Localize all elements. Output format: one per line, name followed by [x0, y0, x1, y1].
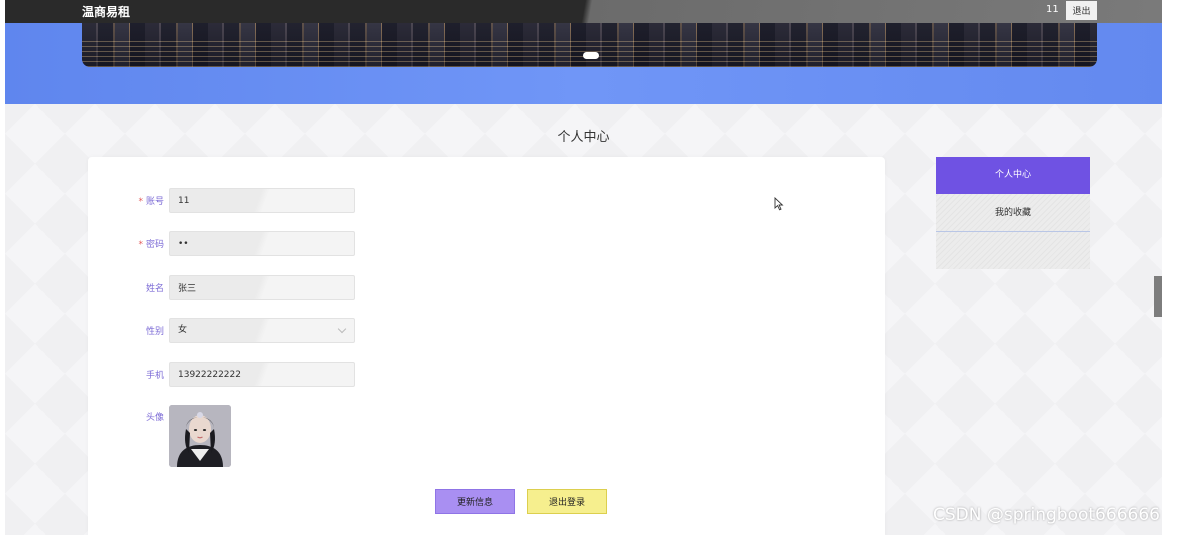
form-row-avatar: 头像 [88, 405, 488, 469]
name-label: 姓名 [145, 284, 164, 294]
scrollbar-thumb[interactable] [1154, 276, 1162, 317]
form-row-password: * 密码 [88, 231, 488, 257]
watermark: CSDN @springboot666666 [933, 505, 1160, 525]
phone-label: 手机 [145, 371, 164, 381]
phone-input[interactable] [169, 362, 355, 387]
password-label: * 密码 [88, 237, 164, 250]
form-row-account: * 账号 [88, 188, 488, 214]
logout-button[interactable]: 退出登录 [527, 489, 607, 514]
sidebar-item-profile[interactable]: 个人中心 [936, 157, 1090, 194]
form-row-phone: 手机 [88, 362, 488, 388]
account-input[interactable] [169, 188, 355, 213]
avatar-image[interactable] [169, 405, 231, 467]
app-title: 温商易租 [82, 5, 131, 19]
header-logout-button[interactable]: 退出 [1066, 1, 1097, 20]
chevron-down-icon [337, 324, 347, 334]
gender-select[interactable]: 女 [169, 318, 355, 343]
update-info-button[interactable]: 更新信息 [435, 489, 515, 514]
password-input[interactable] [169, 231, 355, 256]
top-navbar: 温商易租 11 退出 [5, 0, 1162, 23]
carousel-indicator[interactable] [583, 52, 599, 59]
mouse-cursor-icon [774, 197, 784, 211]
required-mark: * [138, 197, 143, 207]
app-frame: 温商易租 11 退出 个人中心 *账号 *密码 姓名 性别 女 手机 [5, 0, 1162, 535]
avatar-label: 头像 [145, 413, 164, 423]
profile-form-card: *账号 *密码 姓名 性别 女 手机 头像 [88, 157, 885, 535]
account-label-text: 账号 [145, 197, 164, 207]
gender-label: 性别 [145, 327, 164, 337]
page-title: 个人中心 [557, 130, 610, 145]
form-row-gender: 性别 女 [88, 318, 488, 344]
sidebar-menu: 个人中心 我的收藏 [936, 157, 1090, 269]
account-label: * 账号 [88, 194, 164, 207]
required-mark: * [138, 240, 143, 250]
header-username: 11 [1046, 4, 1059, 15]
password-label-text: 密码 [145, 240, 164, 250]
sidebar-item-favorites[interactable]: 我的收藏 [936, 194, 1090, 232]
avatar-portrait-icon [169, 405, 231, 467]
form-row-name: 姓名 [88, 275, 488, 301]
name-input[interactable] [169, 275, 355, 300]
gender-selected-value: 女 [178, 325, 188, 335]
